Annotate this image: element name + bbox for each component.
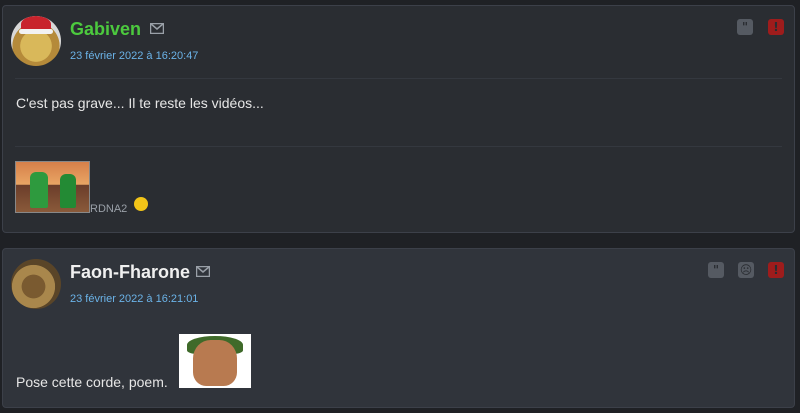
- emoji-image: [179, 334, 251, 388]
- message-text: Pose cette corde, poem.: [16, 374, 168, 390]
- report-icon[interactable]: !: [768, 262, 784, 278]
- post-date[interactable]: 23 février 2022 à 16:20:47: [70, 50, 198, 62]
- quote-icon[interactable]: ": [708, 262, 724, 278]
- author-name[interactable]: Faon-Fharone: [70, 262, 190, 283]
- mail-icon[interactable]: [196, 266, 210, 277]
- divider: [15, 78, 782, 79]
- post-date[interactable]: 23 février 2022 à 16:21:01: [70, 293, 198, 305]
- message-text: C'est pas grave... Il te reste les vidéo…: [16, 95, 264, 111]
- author-name[interactable]: Gabiven: [70, 19, 141, 40]
- signature-image: [15, 161, 90, 213]
- post-gabiven: Gabiven 23 février 2022 à 16:20:47 " ! C…: [2, 5, 795, 233]
- signature-text: RDNA2: [90, 203, 128, 215]
- signature-divider: [15, 146, 782, 147]
- avatar[interactable]: [11, 16, 61, 66]
- post-faon-fharone: Faon-Fharone 23 février 2022 à 16:21:01 …: [2, 248, 795, 408]
- report-icon[interactable]: !: [768, 19, 784, 35]
- emoji-icon: [134, 197, 148, 211]
- avatar[interactable]: [11, 259, 61, 309]
- mail-icon[interactable]: [150, 23, 164, 34]
- neutral-face-icon[interactable]: ☹: [738, 262, 754, 278]
- quote-icon[interactable]: ": [737, 19, 753, 35]
